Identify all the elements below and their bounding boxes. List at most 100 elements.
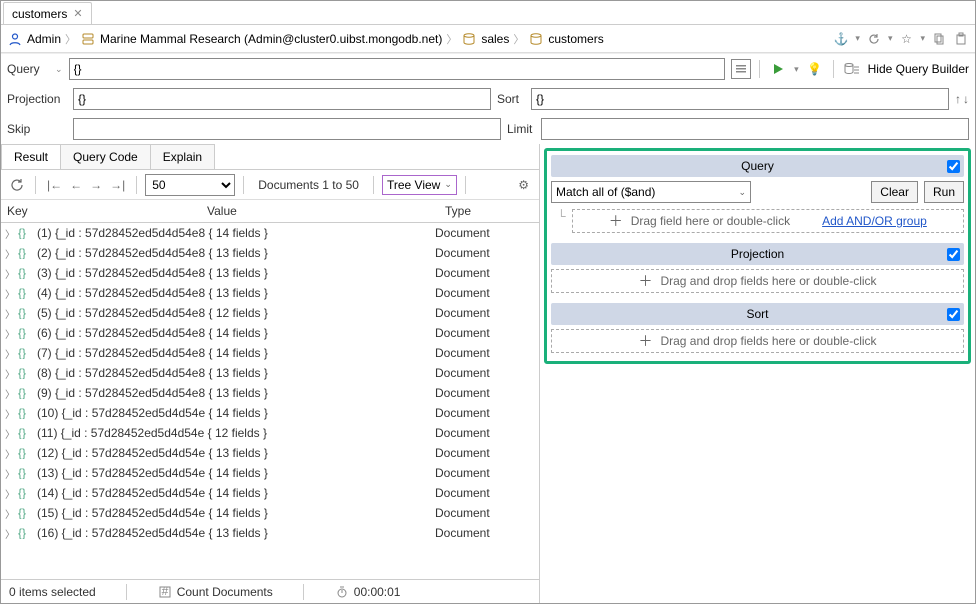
server-icon: [80, 31, 96, 47]
anchor-icon[interactable]: ⚓: [833, 31, 849, 47]
query-input-row: Query ⌄ ▾ 💡 Hide Query Builder: [1, 53, 975, 84]
query-dropdown-icon[interactable]: ⌄: [55, 64, 63, 75]
breadcrumb-database[interactable]: sales: [481, 32, 509, 46]
sort-desc-icon[interactable]: ↓: [963, 92, 969, 106]
clear-button[interactable]: Clear: [871, 181, 918, 203]
sort-drop-target[interactable]: ＋ Drag and drop fields here or double-cl…: [551, 329, 964, 353]
table-row[interactable]: 〉{}(12) {_id : 57d28452ed5d4d54e { 13 fi…: [1, 443, 539, 463]
table-row[interactable]: 〉{}(7) {_id : 57d28452ed5d4d54e8 { 14 fi…: [1, 343, 539, 363]
expand-icon[interactable]: 〉: [5, 426, 17, 441]
expand-icon[interactable]: 〉: [5, 246, 17, 261]
breadcrumb-collection[interactable]: customers: [548, 32, 603, 46]
svg-text:{}: {}: [18, 307, 26, 319]
expand-icon[interactable]: 〉: [5, 406, 17, 421]
paste-icon[interactable]: [953, 31, 969, 47]
query-options-icon[interactable]: [731, 59, 751, 79]
match-operator-select[interactable]: Match all of ($and) ⌄: [551, 181, 751, 203]
tab-customers[interactable]: customers ✕: [3, 2, 92, 24]
bulb-icon[interactable]: 💡: [807, 61, 823, 77]
table-row[interactable]: 〉{}(1) {_id : 57d28452ed5d4d54e8 { 14 fi…: [1, 223, 539, 243]
query-label: Query: [7, 62, 49, 76]
sort-asc-icon[interactable]: ↑: [955, 92, 961, 106]
header-type[interactable]: Type: [439, 200, 539, 222]
projection-drop-target[interactable]: ＋ Drag and drop fields here or double-cl…: [551, 269, 964, 293]
query-builder-panel: Query Match all of ($and) ⌄ Clear Run: [540, 144, 975, 603]
row-type: Document: [435, 366, 535, 380]
table-row[interactable]: 〉{}(10) {_id : 57d28452ed5d4d54e { 14 fi…: [1, 403, 539, 423]
skip-input[interactable]: [73, 118, 501, 140]
table-row[interactable]: 〉{}(11) {_id : 57d28452ed5d4d54e { 12 fi…: [1, 423, 539, 443]
expand-icon[interactable]: 〉: [5, 346, 17, 361]
grid-header: Key Value Type: [1, 200, 539, 223]
view-mode-select[interactable]: Tree View ⌄: [382, 175, 457, 195]
builder-query-checkbox[interactable]: [947, 160, 960, 173]
header-key[interactable]: Key: [1, 200, 201, 222]
hide-query-builder-link[interactable]: Hide Query Builder: [868, 62, 969, 76]
first-page-icon[interactable]: |←: [44, 176, 65, 194]
expand-icon[interactable]: 〉: [5, 326, 17, 341]
query-input[interactable]: [69, 58, 726, 80]
table-row[interactable]: 〉{}(5) {_id : 57d28452ed5d4d54e8 { 12 fi…: [1, 303, 539, 323]
builder-query-header: Query: [551, 155, 964, 177]
document-icon: {}: [17, 266, 33, 280]
builder-projection-checkbox[interactable]: [947, 248, 960, 261]
table-row[interactable]: 〉{}(14) {_id : 57d28452ed5d4d54e { 14 fi…: [1, 483, 539, 503]
expand-icon[interactable]: 〉: [5, 366, 17, 381]
refresh-dropdown-icon[interactable]: [866, 31, 882, 47]
add-and-or-group-link[interactable]: Add AND/OR group: [822, 214, 927, 228]
builder-sort-checkbox[interactable]: [947, 308, 960, 321]
drag-field-target[interactable]: ＋ Drag field here or double-click Add AN…: [572, 209, 964, 233]
row-type: Document: [435, 266, 535, 280]
copy-icon[interactable]: [931, 31, 947, 47]
row-key: (10) {_id : 57d28452ed5d4d54e { 14 field…: [37, 406, 217, 420]
tab-result[interactable]: Result: [1, 144, 61, 169]
table-row[interactable]: 〉{}(16) {_id : 57d28452ed5d4d54e { 13 fi…: [1, 523, 539, 543]
table-row[interactable]: 〉{}(6) {_id : 57d28452ed5d4d54e8 { 14 fi…: [1, 323, 539, 343]
breadcrumb-connection[interactable]: Marine Mammal Research (Admin@cluster0.u…: [100, 32, 442, 46]
table-row[interactable]: 〉{}(15) {_id : 57d28452ed5d4d54e { 14 fi…: [1, 503, 539, 523]
sort-input[interactable]: [531, 88, 949, 110]
expand-icon[interactable]: 〉: [5, 486, 17, 501]
table-row[interactable]: 〉{}(13) {_id : 57d28452ed5d4d54e { 14 fi…: [1, 463, 539, 483]
chevron-down-icon: ⌄: [444, 179, 452, 190]
table-row[interactable]: 〉{}(2) {_id : 57d28452ed5d4d54e8 { 13 fi…: [1, 243, 539, 263]
svg-text:{}: {}: [18, 487, 26, 499]
expand-icon[interactable]: 〉: [5, 266, 17, 281]
count-documents-link[interactable]: Count Documents: [177, 585, 273, 599]
next-page-icon[interactable]: →: [87, 176, 105, 194]
row-key: (9) {_id : 57d28452ed5d4d54e8 { 13 field…: [37, 386, 217, 400]
expand-icon[interactable]: 〉: [5, 506, 17, 521]
header-value[interactable]: Value: [201, 200, 439, 222]
expand-icon[interactable]: 〉: [5, 306, 17, 321]
tab-explain[interactable]: Explain: [150, 144, 215, 169]
expand-icon[interactable]: 〉: [5, 226, 17, 241]
table-row[interactable]: 〉{}(3) {_id : 57d28452ed5d4d54e8 { 13 fi…: [1, 263, 539, 283]
expand-icon[interactable]: 〉: [5, 286, 17, 301]
last-page-icon[interactable]: →|: [107, 176, 128, 194]
expand-icon[interactable]: 〉: [5, 466, 17, 481]
projection-input[interactable]: [73, 88, 491, 110]
gear-icon[interactable]: ⚙: [514, 176, 533, 194]
svg-text:{}: {}: [18, 287, 26, 299]
document-icon: {}: [17, 386, 33, 400]
expand-icon[interactable]: 〉: [5, 526, 17, 541]
star-icon[interactable]: ☆: [898, 31, 914, 47]
expand-icon[interactable]: 〉: [5, 386, 17, 401]
limit-input[interactable]: [541, 118, 969, 140]
run-button[interactable]: Run: [924, 181, 964, 203]
table-row[interactable]: 〉{}(8) {_id : 57d28452ed5d4d54e8 { 13 fi…: [1, 363, 539, 383]
prev-page-icon[interactable]: ←: [67, 176, 85, 194]
run-icon[interactable]: [770, 61, 786, 77]
page-size-select[interactable]: 50: [145, 174, 235, 196]
row-type: Document: [435, 346, 535, 360]
close-icon[interactable]: ✕: [73, 7, 82, 20]
table-row[interactable]: 〉{} (9) {_id : 57d28452ed5d4d54e8 { 13 fi…: [1, 383, 539, 403]
breadcrumb-user[interactable]: Admin: [27, 32, 61, 46]
expand-icon[interactable]: 〉: [5, 446, 17, 461]
row-key: (15) {_id : 57d28452ed5d4d54e { 14 field…: [37, 506, 217, 520]
count-icon: #: [157, 584, 173, 600]
row-type: Document: [435, 326, 535, 340]
table-row[interactable]: 〉{}(4) {_id : 57d28452ed5d4d54e8 { 13 fi…: [1, 283, 539, 303]
tab-query-code[interactable]: Query Code: [60, 144, 151, 169]
refresh-icon[interactable]: [7, 175, 27, 195]
